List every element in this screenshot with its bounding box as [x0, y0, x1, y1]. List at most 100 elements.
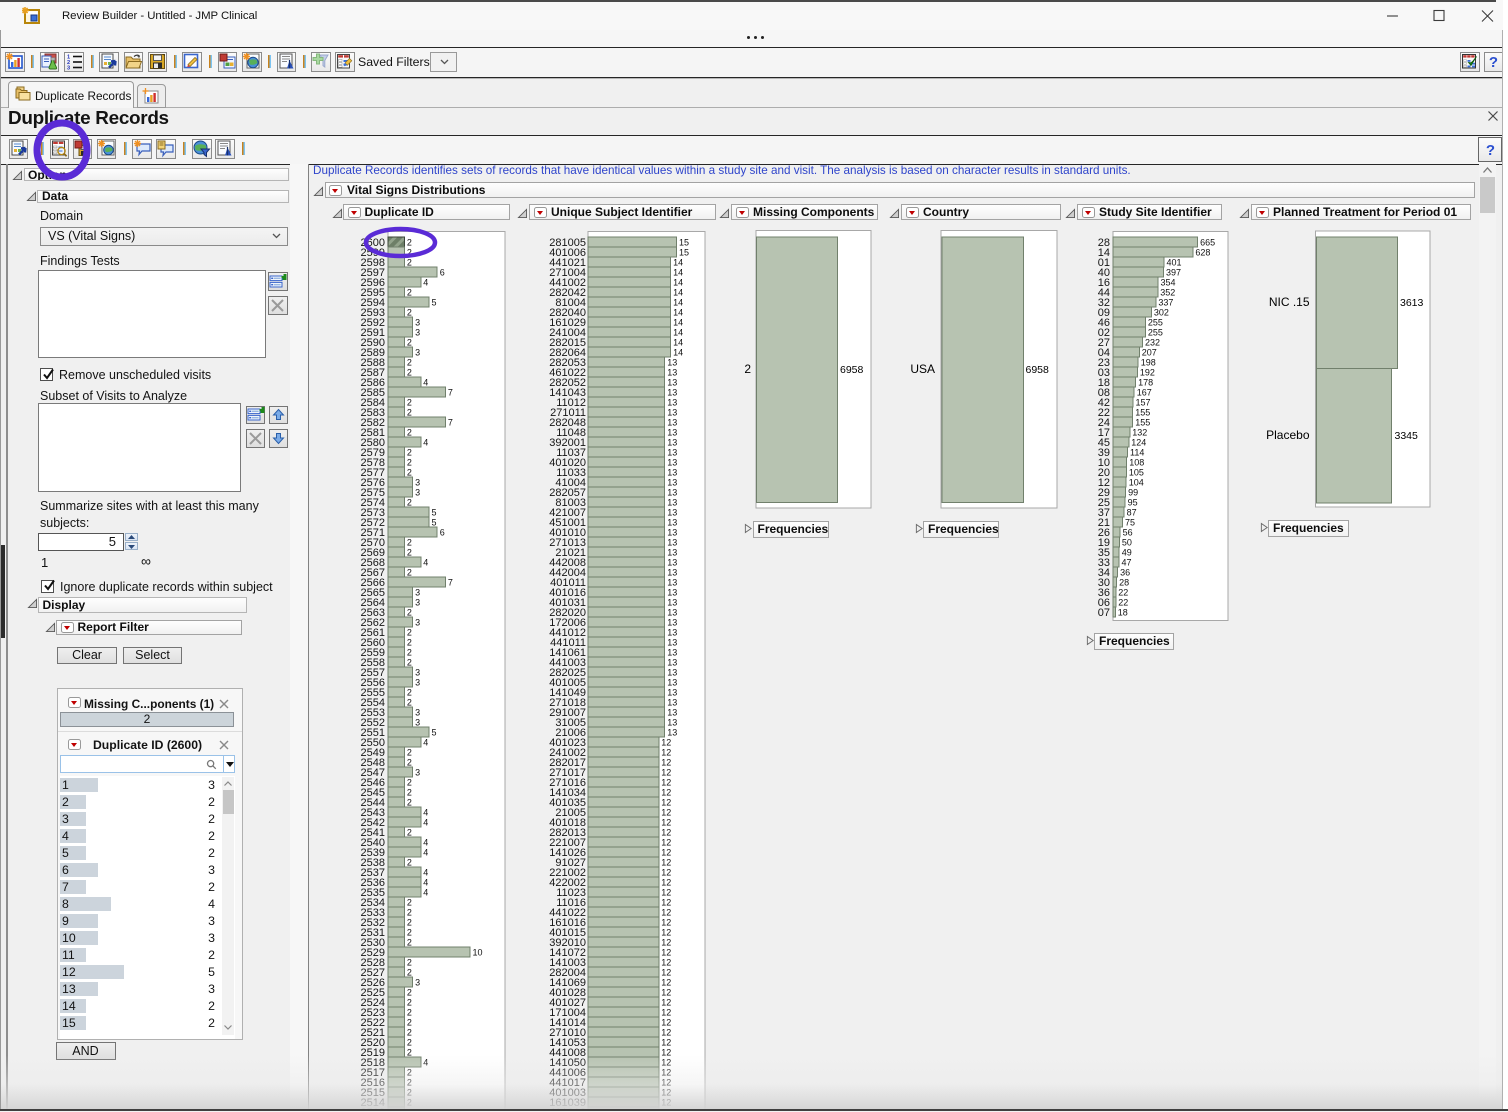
- svg-text:3: 3: [415, 718, 420, 728]
- svg-text:13: 13: [667, 518, 677, 528]
- svg-text:2: 2: [407, 778, 412, 788]
- svg-text:3: 3: [415, 708, 420, 718]
- svg-text:2: 2: [407, 698, 412, 708]
- svg-text:2: 2: [407, 1008, 412, 1018]
- svg-text:4: 4: [423, 438, 428, 448]
- svg-text:2: 2: [407, 748, 412, 758]
- svg-text:75: 75: [1125, 518, 1135, 528]
- svg-text:12: 12: [661, 778, 671, 788]
- svg-text:13: 13: [667, 568, 677, 578]
- svg-text:4: 4: [423, 878, 428, 888]
- svg-text:2: 2: [407, 898, 412, 908]
- svg-text:36: 36: [1120, 568, 1130, 578]
- svg-text:207: 207: [1142, 348, 1157, 358]
- svg-text:3: 3: [415, 678, 420, 688]
- svg-text:13: 13: [667, 698, 677, 708]
- svg-text:49: 49: [1122, 548, 1132, 558]
- svg-text:12: 12: [661, 1038, 671, 1048]
- svg-text:3: 3: [415, 478, 420, 488]
- svg-text:2: 2: [407, 538, 412, 548]
- svg-text:12: 12: [661, 998, 671, 1008]
- svg-text:2: 2: [407, 548, 412, 558]
- svg-text:5: 5: [432, 518, 437, 528]
- svg-text:14: 14: [673, 268, 683, 278]
- svg-text:2: 2: [407, 338, 412, 348]
- svg-text:13: 13: [667, 648, 677, 658]
- svg-text:13: 13: [667, 528, 677, 538]
- svg-text:13: 13: [667, 378, 677, 388]
- svg-text:12: 12: [661, 828, 671, 838]
- svg-text:108: 108: [1129, 458, 1144, 468]
- svg-text:13: 13: [667, 668, 677, 678]
- svg-text:6958: 6958: [840, 364, 864, 376]
- svg-text:2: 2: [407, 858, 412, 868]
- svg-text:13: 13: [667, 428, 677, 438]
- svg-text:665: 665: [1200, 238, 1215, 248]
- svg-text:104: 104: [1129, 478, 1144, 488]
- svg-text:2: 2: [407, 368, 412, 378]
- svg-text:13: 13: [667, 508, 677, 518]
- svg-text:12: 12: [661, 948, 671, 958]
- svg-text:3: 3: [415, 768, 420, 778]
- svg-text:3: 3: [67, 66, 70, 72]
- svg-text:2: 2: [407, 758, 412, 768]
- svg-text:5: 5: [432, 298, 437, 308]
- svg-text:2: 2: [407, 358, 412, 368]
- svg-text:167: 167: [1137, 388, 1152, 398]
- svg-text:7: 7: [448, 388, 453, 398]
- svg-text:12: 12: [661, 858, 671, 868]
- svg-text:47: 47: [1122, 558, 1132, 568]
- svg-text:12: 12: [661, 918, 671, 928]
- svg-text:13: 13: [667, 558, 677, 568]
- svg-text:50: 50: [1122, 538, 1132, 548]
- svg-text:2: 2: [407, 468, 412, 478]
- svg-text:13: 13: [667, 728, 677, 738]
- svg-text:2: 2: [407, 928, 412, 938]
- svg-text:3: 3: [415, 318, 420, 328]
- svg-text:2: 2: [407, 398, 412, 408]
- svg-text:2: 2: [407, 568, 412, 578]
- svg-text:14: 14: [673, 318, 683, 328]
- svg-text:14: 14: [673, 278, 683, 288]
- svg-text:USA: USA: [910, 362, 935, 376]
- svg-text:4: 4: [423, 818, 428, 828]
- svg-text:12: 12: [661, 788, 671, 798]
- svg-text:2: 2: [407, 308, 412, 318]
- svg-text:10: 10: [473, 948, 483, 958]
- svg-text:7: 7: [448, 578, 453, 588]
- svg-text:12: 12: [661, 1008, 671, 1018]
- svg-text:5: 5: [432, 728, 437, 738]
- svg-text:13: 13: [667, 678, 677, 688]
- svg-text:?: ?: [1489, 54, 1498, 71]
- svg-text:14: 14: [673, 328, 683, 338]
- svg-text:12: 12: [661, 1028, 671, 1038]
- svg-text:3: 3: [415, 598, 420, 608]
- svg-text:4: 4: [423, 808, 428, 818]
- svg-text:2: 2: [407, 408, 412, 418]
- svg-text:13: 13: [667, 638, 677, 648]
- svg-text:13: 13: [667, 718, 677, 728]
- svg-text:15: 15: [679, 248, 689, 258]
- svg-text:2: 2: [407, 828, 412, 838]
- svg-text:3: 3: [415, 978, 420, 988]
- svg-text:2: 2: [407, 458, 412, 468]
- svg-text:3: 3: [415, 328, 420, 338]
- svg-text:56: 56: [1123, 528, 1133, 538]
- svg-text:155: 155: [1135, 408, 1150, 418]
- svg-text:2: 2: [407, 958, 412, 968]
- svg-text:13: 13: [667, 388, 677, 398]
- svg-text:3: 3: [415, 668, 420, 678]
- svg-text:198: 198: [1141, 358, 1156, 368]
- svg-text:13: 13: [667, 458, 677, 468]
- svg-text:12: 12: [661, 848, 671, 858]
- svg-text:13: 13: [667, 488, 677, 498]
- svg-text:NIC .15: NIC .15: [1269, 295, 1310, 309]
- svg-text:6: 6: [440, 268, 445, 278]
- svg-text:12: 12: [661, 758, 671, 768]
- svg-text:12: 12: [661, 888, 671, 898]
- svg-text:99: 99: [1128, 488, 1138, 498]
- svg-text:3: 3: [415, 618, 420, 628]
- svg-text:13: 13: [667, 658, 677, 668]
- svg-text:13: 13: [667, 618, 677, 628]
- svg-text:14: 14: [673, 308, 683, 318]
